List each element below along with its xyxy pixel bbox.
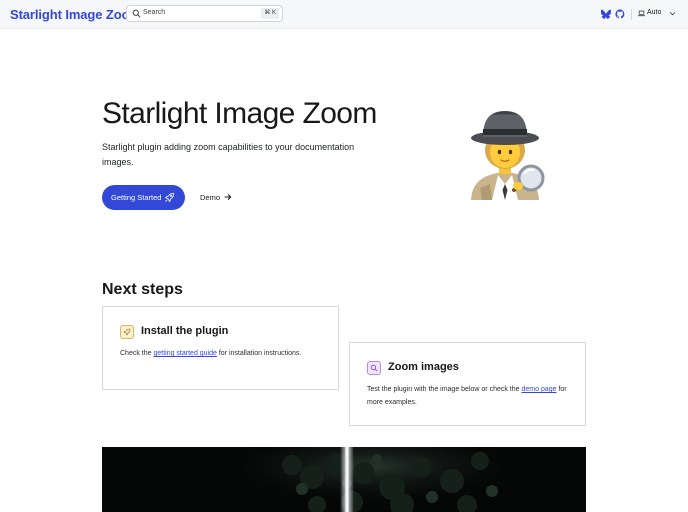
- laptop-icon: [638, 10, 645, 17]
- getting-started-label: Getting Started: [111, 193, 162, 202]
- search-shortcut: ⌘ K: [261, 8, 279, 19]
- card-title: Zoom images: [388, 361, 459, 373]
- demo-page-link[interactable]: demo page: [521, 386, 556, 393]
- hero-tagline: Starlight plugin adding zoom capabilitie…: [102, 142, 355, 167]
- card-body-text: for installation instructions.: [216, 350, 302, 357]
- install-plugin-card: Install the plugin Check the getting sta…: [102, 306, 339, 390]
- card-body: Check the getting started guide for inst…: [120, 347, 325, 360]
- card-body-text: Check the: [120, 350, 154, 357]
- demo-link-label: Demo: [200, 193, 221, 202]
- site-title-link[interactable]: Starlight Image Zoom: [10, 7, 141, 22]
- card-title: Install the plugin: [141, 325, 229, 337]
- theme-select-value: Auto: [647, 9, 662, 16]
- search-icon: [132, 9, 141, 18]
- card-icon-badge: [367, 361, 381, 375]
- search-label: Search: [143, 9, 166, 16]
- demo-link[interactable]: Demo: [196, 189, 236, 206]
- getting-started-guide-link[interactable]: getting started guide: [153, 350, 216, 357]
- search-button[interactable]: Search ⌘ K: [126, 5, 283, 22]
- bluesky-icon[interactable]: [601, 9, 611, 19]
- chevron-down-icon: [669, 12, 676, 16]
- site-header: Starlight Image Zoom Search ⌘ K Auto: [0, 0, 688, 29]
- magnifier-icon: [370, 364, 378, 372]
- getting-started-button[interactable]: Getting Started: [102, 185, 185, 210]
- zoomable-image[interactable]: [102, 447, 586, 512]
- detective-emoji: [471, 111, 545, 200]
- rocket-icon: [123, 328, 131, 336]
- header-divider: [631, 9, 632, 20]
- theme-select[interactable]: Auto: [637, 7, 681, 21]
- rocket-icon: [165, 192, 175, 202]
- github-icon[interactable]: [615, 9, 625, 19]
- forest-night-image: [102, 447, 586, 512]
- zoom-images-card: Zoom images Test the plugin with the ima…: [349, 342, 586, 426]
- next-steps-heading: Next steps: [102, 281, 183, 298]
- card-body-text: Test the plugin with the image below or …: [367, 386, 522, 393]
- card-body: Test the plugin with the image below or …: [367, 383, 572, 409]
- hero-title: Starlight Image Zoom: [102, 97, 377, 130]
- arrow-right-icon: [224, 194, 232, 200]
- card-icon-badge: [120, 325, 134, 339]
